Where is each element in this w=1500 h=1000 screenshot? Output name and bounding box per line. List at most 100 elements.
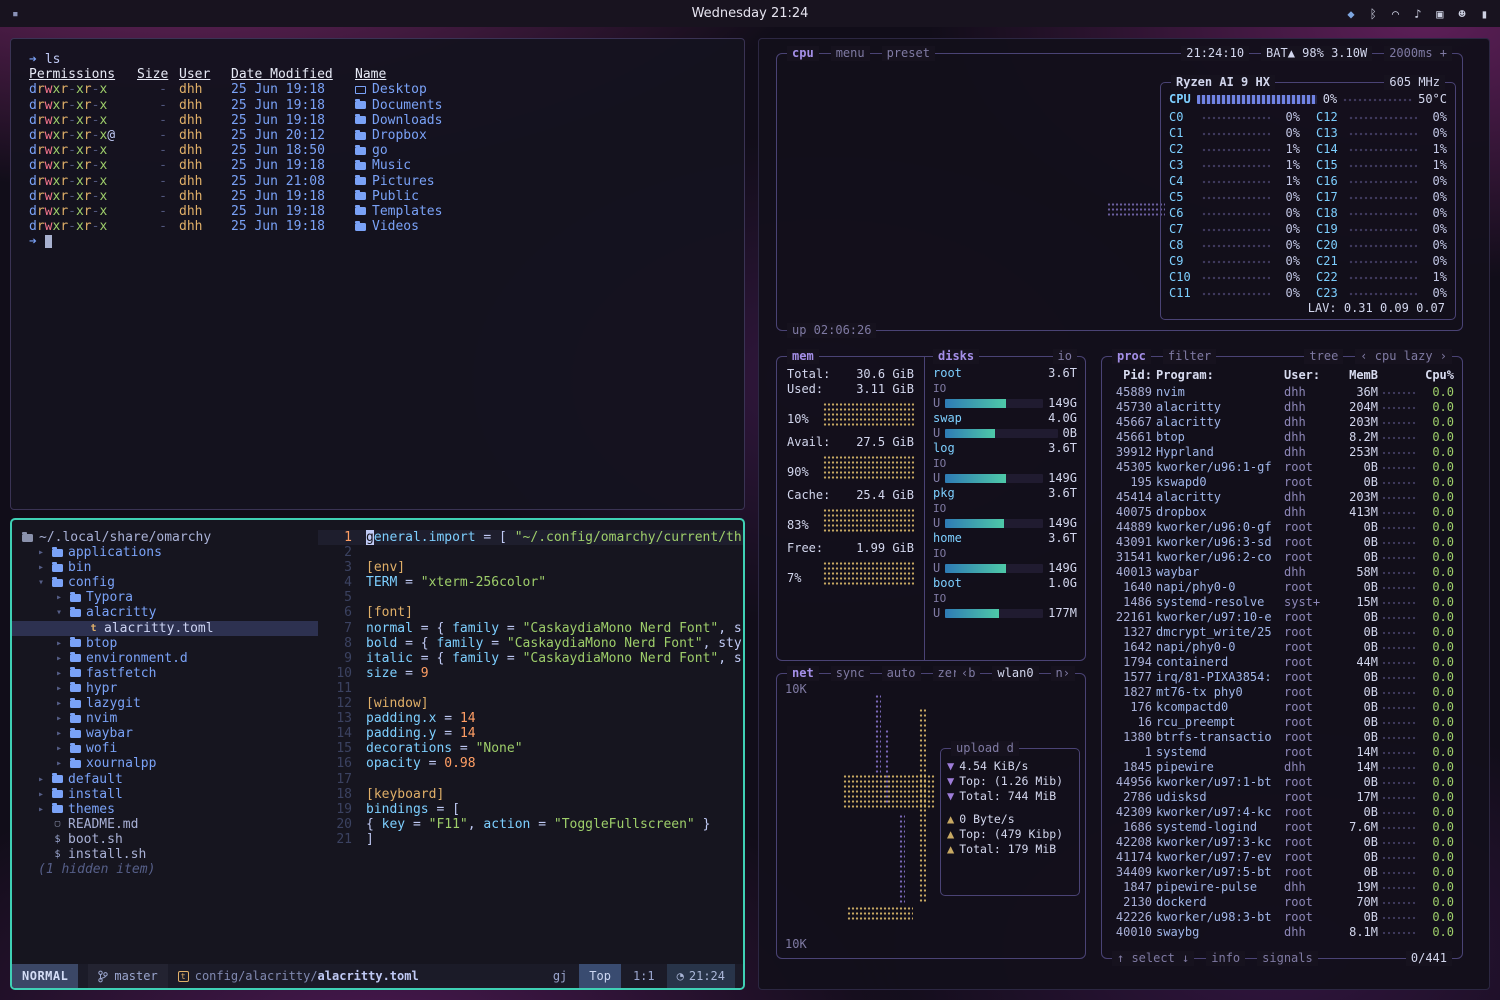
process-row[interactable]: 45414alacrittydhh203M0.0 xyxy=(1110,490,1454,505)
iface-prev-button[interactable]: ‹b xyxy=(956,666,980,681)
select-hint[interactable]: ↑ select ↓ xyxy=(1112,951,1194,966)
sync-toggle[interactable]: sync xyxy=(831,666,870,681)
tree-item-readme-md[interactable]: ▢README.md xyxy=(12,817,318,832)
folder-icon xyxy=(355,116,366,124)
tree-item-bin[interactable]: ▸bin xyxy=(12,560,318,575)
file-size: - xyxy=(137,174,167,189)
process-row[interactable]: 45667alacrittydhh203M0.0 xyxy=(1110,415,1454,430)
process-row[interactable]: 34409kworker/u97:5-btroot0B0.0 xyxy=(1110,865,1454,880)
process-row[interactable]: 1577irq/81-PIXA3854:root0B0.0 xyxy=(1110,670,1454,685)
process-row[interactable]: 16rcu_preemptroot0B0.0 xyxy=(1110,715,1454,730)
process-row[interactable]: 40010swaybgdhh8.1M0.0 xyxy=(1110,925,1454,940)
process-row[interactable]: 176kcompactd0root0B0.0 xyxy=(1110,700,1454,715)
cursor-position: 1:1 xyxy=(633,969,655,983)
tree-item-environment-d[interactable]: ▸environment.d xyxy=(12,651,318,666)
process-row[interactable]: 195kswapd0root0B0.0 xyxy=(1110,475,1454,490)
user-icon[interactable]: ☻ xyxy=(1459,7,1466,21)
col-program[interactable]: Program: xyxy=(1156,368,1280,383)
shell-prompt[interactable]: ➔ xyxy=(29,234,730,249)
process-row[interactable]: 31541kworker/u96:2-coroot0B0.0 xyxy=(1110,550,1454,565)
process-row[interactable]: 41174kworker/u97:7-evroot0B0.0 xyxy=(1110,850,1454,865)
process-row[interactable]: 42309kworker/u97:4-kcroot0B0.0 xyxy=(1110,805,1454,820)
col-user[interactable]: User: xyxy=(1284,368,1330,383)
process-row[interactable]: 1847pipewire-pulsedhh19M0.0 xyxy=(1110,880,1454,895)
mem-usage-graph xyxy=(823,560,914,586)
volume-icon[interactable]: ♪ xyxy=(1414,7,1421,21)
line-number: 14 xyxy=(318,726,352,741)
file-tree[interactable]: ~/.local/share/omarchy ▸applications▸bin… xyxy=(12,520,318,964)
wifi-icon[interactable]: ◠ xyxy=(1392,7,1399,21)
sort-selector[interactable]: ‹ cpu lazy › xyxy=(1355,349,1452,364)
tree-item-waybar[interactable]: ▸waybar xyxy=(12,726,318,741)
process-row[interactable]: 42226kworker/u98:3-btroot0B0.0 xyxy=(1110,910,1454,925)
prompt-icon: ➔ xyxy=(29,234,37,249)
code-line: 3[env] xyxy=(318,560,743,575)
process-row[interactable]: 45661btopdhh8.2M0.0 xyxy=(1110,430,1454,445)
tree-item-btop[interactable]: ▸btop xyxy=(12,636,318,651)
process-row[interactable]: 1380btrfs-transactioroot0B0.0 xyxy=(1110,730,1454,745)
tree-item-nvim[interactable]: ▸nvim xyxy=(12,711,318,726)
tree-item-alacritty[interactable]: ▾alacritty xyxy=(12,605,318,620)
process-row[interactable]: 1642napi/phy0-0root0B0.0 xyxy=(1110,640,1454,655)
process-row[interactable]: 40075dropboxdhh413M0.0 xyxy=(1110,505,1454,520)
process-row[interactable]: 1486systemd-resolvesyst+15M0.0 xyxy=(1110,595,1454,610)
tree-item-lazygit[interactable]: ▸lazygit xyxy=(12,696,318,711)
btop-window[interactable]: cpu menu preset 21:24:10 BAT▲ 98% 3.10W … xyxy=(758,38,1490,990)
refresh-interval[interactable]: 2000ms + xyxy=(1384,46,1452,61)
tree-item-xournalpp[interactable]: ▸xournalpp xyxy=(12,756,318,771)
process-row[interactable]: 22161kworker/u97:10-eroot0B0.0 xyxy=(1110,610,1454,625)
tree-item-fastfetch[interactable]: ▸fastfetch xyxy=(12,666,318,681)
process-row[interactable]: 1686systemd-logindroot7.6M0.0 xyxy=(1110,820,1454,835)
process-row[interactable]: 40013waybardhh58M0.0 xyxy=(1110,565,1454,580)
col-cpu[interactable]: Cpu% xyxy=(1422,368,1454,383)
process-row[interactable]: 43091kworker/u96:3-sdroot0B0.0 xyxy=(1110,535,1454,550)
io-mode-toggle[interactable]: io xyxy=(1053,349,1077,364)
col-mem[interactable]: MemB xyxy=(1334,368,1378,383)
tree-item-install[interactable]: ▸install xyxy=(12,787,318,802)
dropbox-icon[interactable]: ◆ xyxy=(1347,7,1354,21)
tree-item-alacritty-toml[interactable]: talacritty.toml xyxy=(12,621,318,636)
process-row[interactable]: 1794containerdroot44M0.0 xyxy=(1110,655,1454,670)
tree-item-install-sh[interactable]: $install.sh xyxy=(12,847,318,862)
process-row[interactable]: 45730alacrittydhh204M0.0 xyxy=(1110,400,1454,415)
editor-window[interactable]: ~/.local/share/omarchy ▸applications▸bin… xyxy=(10,518,745,990)
display-icon[interactable]: ▣ xyxy=(1436,7,1443,21)
process-row[interactable]: 44889kworker/u96:0-gfroot0B0.0 xyxy=(1110,520,1454,535)
filter-button[interactable]: filter xyxy=(1163,349,1216,364)
net-scale-bottom: 10K xyxy=(785,937,807,952)
info-button[interactable]: info xyxy=(1206,951,1245,966)
process-row[interactable]: 1845pipewiredhh14M0.0 xyxy=(1110,760,1454,775)
system-icon[interactable]: ▪ xyxy=(12,8,23,19)
process-row[interactable]: 45889nvimdhh36M0.0 xyxy=(1110,385,1454,400)
process-row[interactable]: 2786udisksdroot17M0.0 xyxy=(1110,790,1454,805)
process-row[interactable]: 45305kworker/u96:1-gfroot0B0.0 xyxy=(1110,460,1454,475)
process-row[interactable]: 1327dmcrypt_write/25root0B0.0 xyxy=(1110,625,1454,640)
process-row[interactable]: 1827mt76-tx phy0root0B0.0 xyxy=(1110,685,1454,700)
bluetooth-icon[interactable]: ᛒ xyxy=(1370,7,1377,21)
terminal-window-ls[interactable]: ➔ ls PermissionsSizeUserDate ModifiedNam… xyxy=(10,38,745,510)
tree-toggle[interactable]: tree xyxy=(1304,349,1343,364)
tree-item-boot-sh[interactable]: $boot.sh xyxy=(12,832,318,847)
process-row[interactable]: 1systemdroot14M0.0 xyxy=(1110,745,1454,760)
auto-toggle[interactable]: auto xyxy=(882,666,921,681)
menu-button[interactable]: menu xyxy=(831,46,870,61)
process-row[interactable]: 2130dockerdroot70M0.0 xyxy=(1110,895,1454,910)
battery-icon[interactable]: ▮ xyxy=(1481,7,1488,21)
signals-button[interactable]: signals xyxy=(1257,951,1318,966)
iface-next-button[interactable]: n› xyxy=(1051,666,1075,681)
process-row[interactable]: 1640napi/phy0-0root0B0.0 xyxy=(1110,580,1454,595)
tree-root[interactable]: ~/.local/share/omarchy xyxy=(12,530,318,545)
process-row[interactable]: 44956kworker/u97:1-btroot0B0.0 xyxy=(1110,775,1454,790)
tree-item-applications[interactable]: ▸applications xyxy=(12,545,318,560)
code-editor[interactable]: 1general.import = [ "~/.config/omarchy/c… xyxy=(318,520,743,964)
tree-item-typora[interactable]: ▸Typora xyxy=(12,590,318,605)
process-row[interactable]: 39912Hyprlanddhh253M0.0 xyxy=(1110,445,1454,460)
tree-item-themes[interactable]: ▸themes xyxy=(12,802,318,817)
col-pid[interactable]: Pid: xyxy=(1110,368,1152,383)
tree-item-default[interactable]: ▸default xyxy=(12,772,318,787)
tree-item-hypr[interactable]: ▸hypr xyxy=(12,681,318,696)
tree-item-wofi[interactable]: ▸wofi xyxy=(12,741,318,756)
preset-button[interactable]: preset xyxy=(882,46,935,61)
process-row[interactable]: 42208kworker/u97:3-kcroot0B0.0 xyxy=(1110,835,1454,850)
tree-item-config[interactable]: ▾config xyxy=(12,575,318,590)
